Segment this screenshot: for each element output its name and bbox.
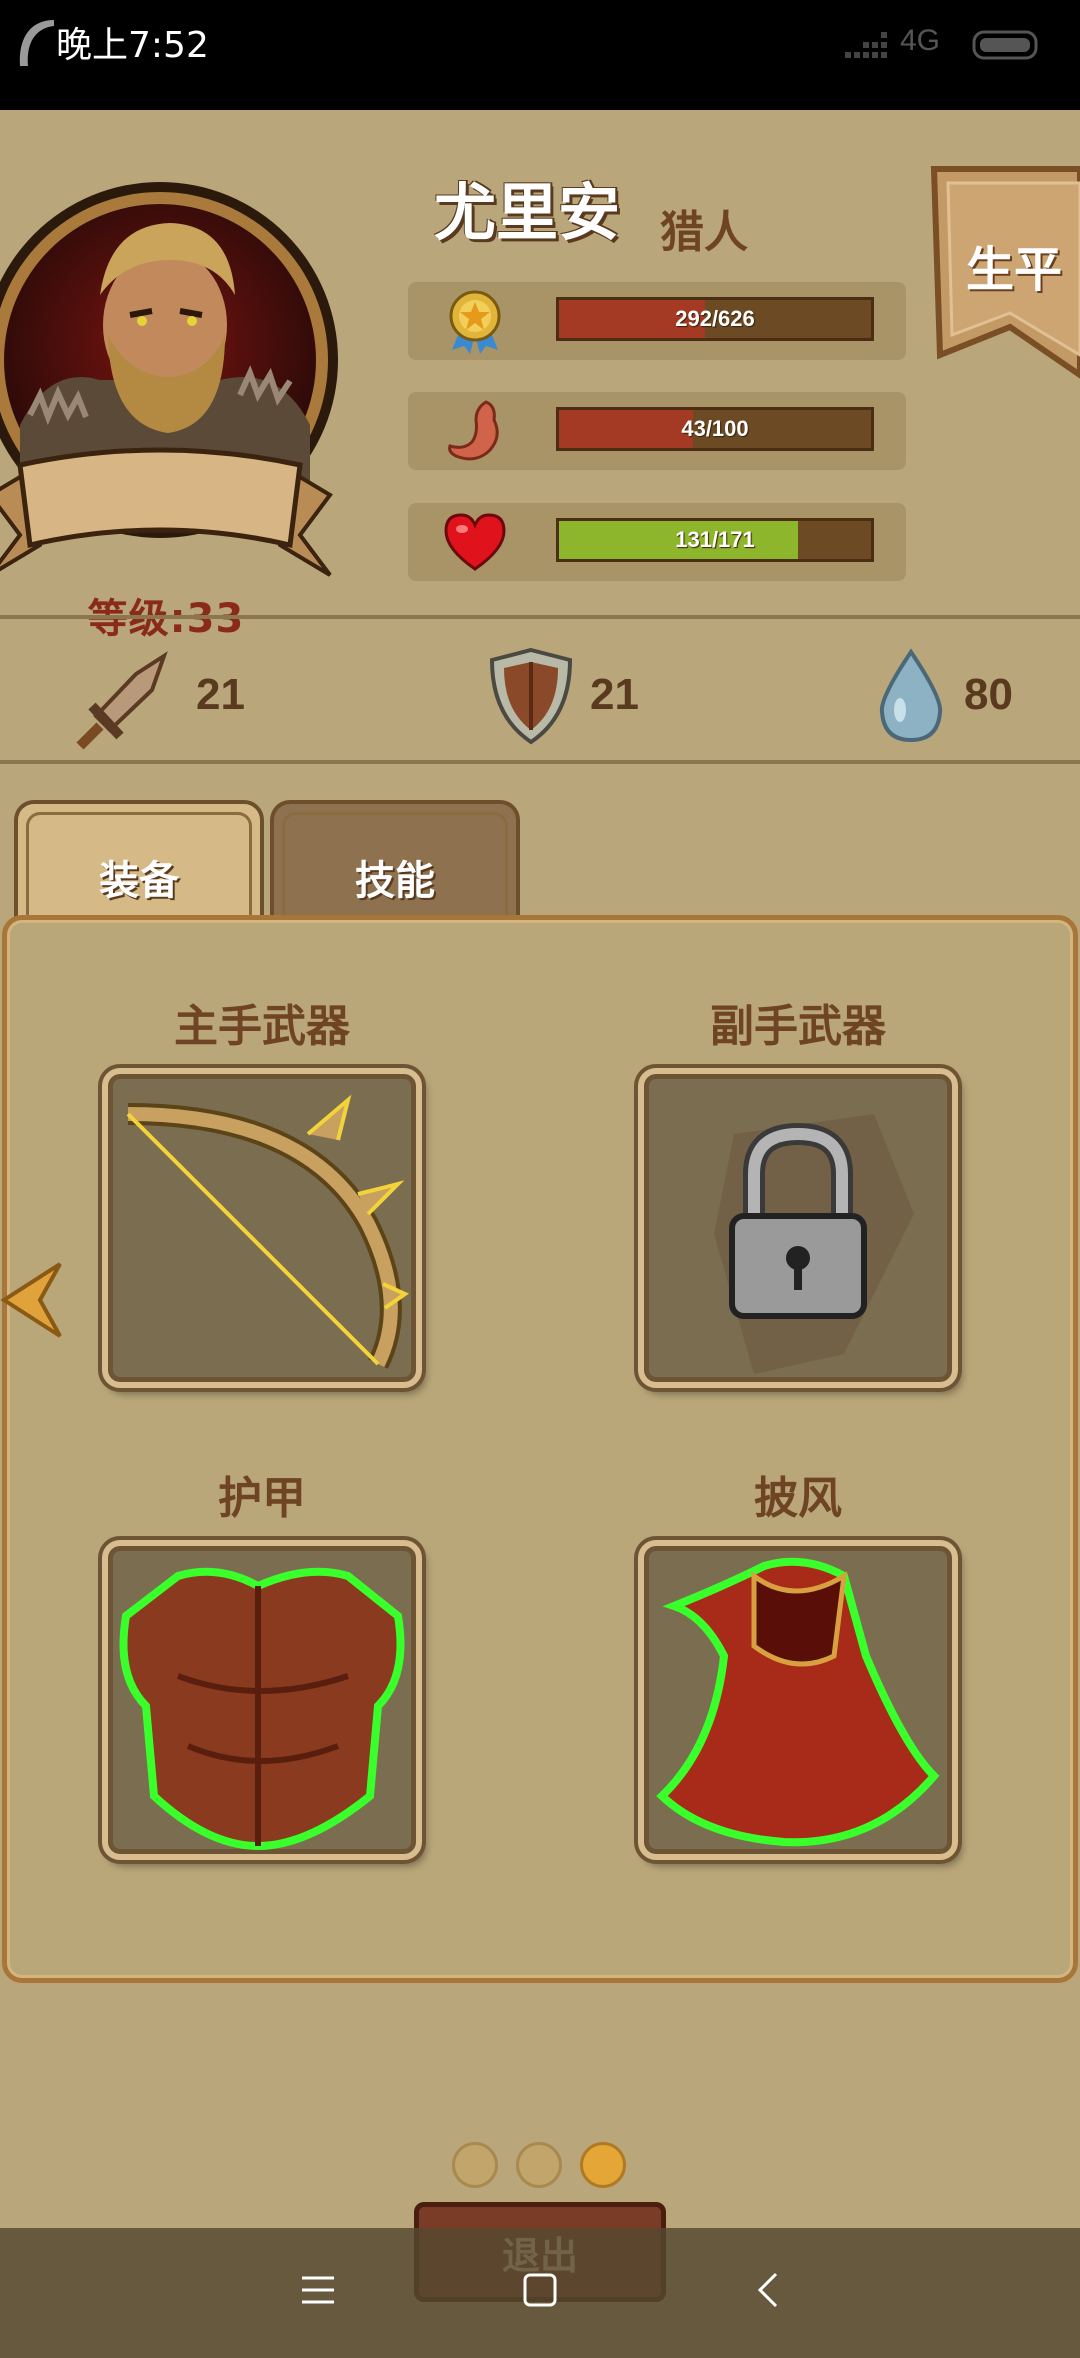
status-bar: 晚上7:52 4G xyxy=(0,0,1080,110)
cloak-label: 披风 xyxy=(754,1473,842,1524)
tab-skills[interactable]: 技能 xyxy=(270,800,520,930)
page-dot-2[interactable] xyxy=(516,2142,562,2188)
heart-icon xyxy=(444,513,506,571)
lifetime-label[interactable]: 生平 xyxy=(966,230,1062,300)
hero-class: 猎人 xyxy=(660,207,748,258)
off-weapon-slot[interactable] xyxy=(638,1068,958,1388)
bow-icon xyxy=(126,1094,410,1369)
cloak-slot[interactable] xyxy=(638,1540,958,1860)
hunger-text: 43/100 xyxy=(681,416,749,441)
armor-slot[interactable] xyxy=(102,1540,422,1860)
experience-bar: 292/626 xyxy=(556,297,874,341)
menu-icon[interactable] xyxy=(300,2272,336,2308)
home-icon[interactable] xyxy=(522,2272,558,2308)
page-dot-1[interactable] xyxy=(452,2142,498,2188)
divider-top xyxy=(0,615,1080,619)
lock-icon xyxy=(714,1114,914,1374)
experience-row: 292/626 xyxy=(408,282,906,360)
main-weapon-slot[interactable] xyxy=(102,1068,422,1388)
main-weapon-label: 主手武器 xyxy=(174,1001,350,1052)
health-text: 131/171 xyxy=(675,527,755,552)
status-time: 晚上7:52 xyxy=(56,25,209,66)
tab-equipment[interactable]: 装备 xyxy=(14,800,264,930)
hunger-row: 43/100 xyxy=(408,392,906,470)
health-row: 131/171 xyxy=(408,503,906,581)
tab-skills-label: 技能 xyxy=(355,858,435,904)
stomach-icon xyxy=(448,400,499,461)
chest-armor-icon xyxy=(119,1567,405,1851)
hero-portrait[interactable] xyxy=(0,165,360,645)
attack-value: 21 xyxy=(196,670,245,719)
sword-icon xyxy=(76,651,168,750)
water-value: 80 xyxy=(964,670,1013,719)
previous-page-arrow-icon[interactable] xyxy=(0,1260,64,1340)
game-screen: 等级:33 尤里安 猎人 生平 292/626 43/100 131/171 2… xyxy=(0,110,1080,2358)
experience-text: 292/626 xyxy=(675,306,755,331)
medal-icon xyxy=(449,290,501,354)
hero-name: 尤里安 xyxy=(434,176,621,249)
back-icon[interactable] xyxy=(752,2272,788,2308)
moon-icon xyxy=(19,20,54,66)
tab-equipment-label: 装备 xyxy=(99,858,179,904)
battery-icon xyxy=(972,30,1038,60)
health-bar: 131/171 xyxy=(556,518,874,562)
water-drop-icon xyxy=(879,648,943,743)
divider-bottom xyxy=(0,760,1080,764)
shield-icon xyxy=(489,647,573,745)
hunger-bar: 43/100 xyxy=(556,407,874,451)
cloak-icon xyxy=(656,1557,940,1847)
signal-icon xyxy=(845,32,887,58)
network-type: 4G xyxy=(900,24,941,57)
defense-value: 21 xyxy=(590,670,639,719)
off-weapon-label: 副手武器 xyxy=(710,1001,886,1052)
page-dot-3[interactable] xyxy=(580,2142,626,2188)
armor-label: 护甲 xyxy=(218,1473,306,1524)
